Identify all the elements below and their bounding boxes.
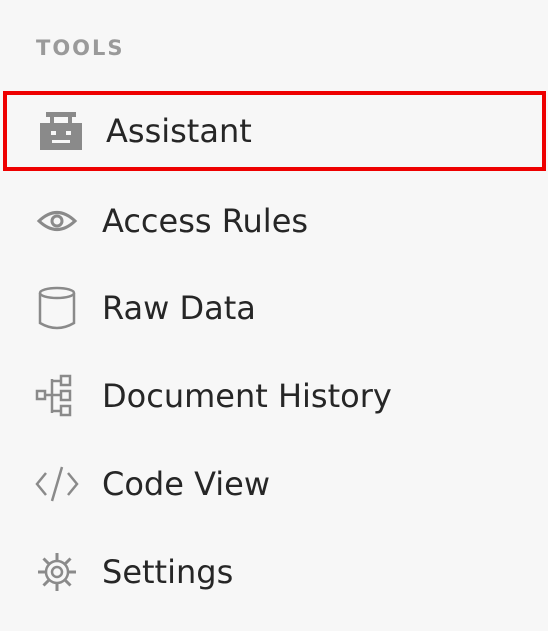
sidebar-item-label: Assistant bbox=[106, 112, 252, 150]
history-tree-icon bbox=[34, 373, 80, 419]
sidebar-item-label: Access Rules bbox=[102, 202, 309, 240]
gear-icon bbox=[34, 549, 80, 595]
tools-section-title: TOOLS bbox=[36, 36, 125, 60]
assistant-robot-icon bbox=[38, 108, 84, 154]
sidebar-item-label: Settings bbox=[102, 553, 234, 591]
sidebar-item-label: Code View bbox=[102, 465, 271, 503]
eye-icon bbox=[34, 198, 80, 244]
sidebar-item-raw-data[interactable]: Raw Data bbox=[0, 268, 548, 348]
sidebar-item-document-history[interactable]: Document History bbox=[0, 356, 548, 436]
tools-sidebar: TOOLS Assistant Access Rules Raw Data Do… bbox=[0, 0, 548, 631]
sidebar-item-access-rules[interactable]: Access Rules bbox=[0, 181, 548, 261]
sidebar-item-settings[interactable]: Settings bbox=[0, 532, 548, 612]
sidebar-item-assistant[interactable]: Assistant bbox=[3, 91, 546, 171]
sidebar-item-code-view[interactable]: Code View bbox=[0, 444, 548, 524]
sidebar-item-label: Document History bbox=[102, 377, 392, 415]
database-icon bbox=[34, 285, 80, 331]
sidebar-item-label: Raw Data bbox=[102, 289, 256, 327]
code-icon bbox=[34, 461, 80, 507]
